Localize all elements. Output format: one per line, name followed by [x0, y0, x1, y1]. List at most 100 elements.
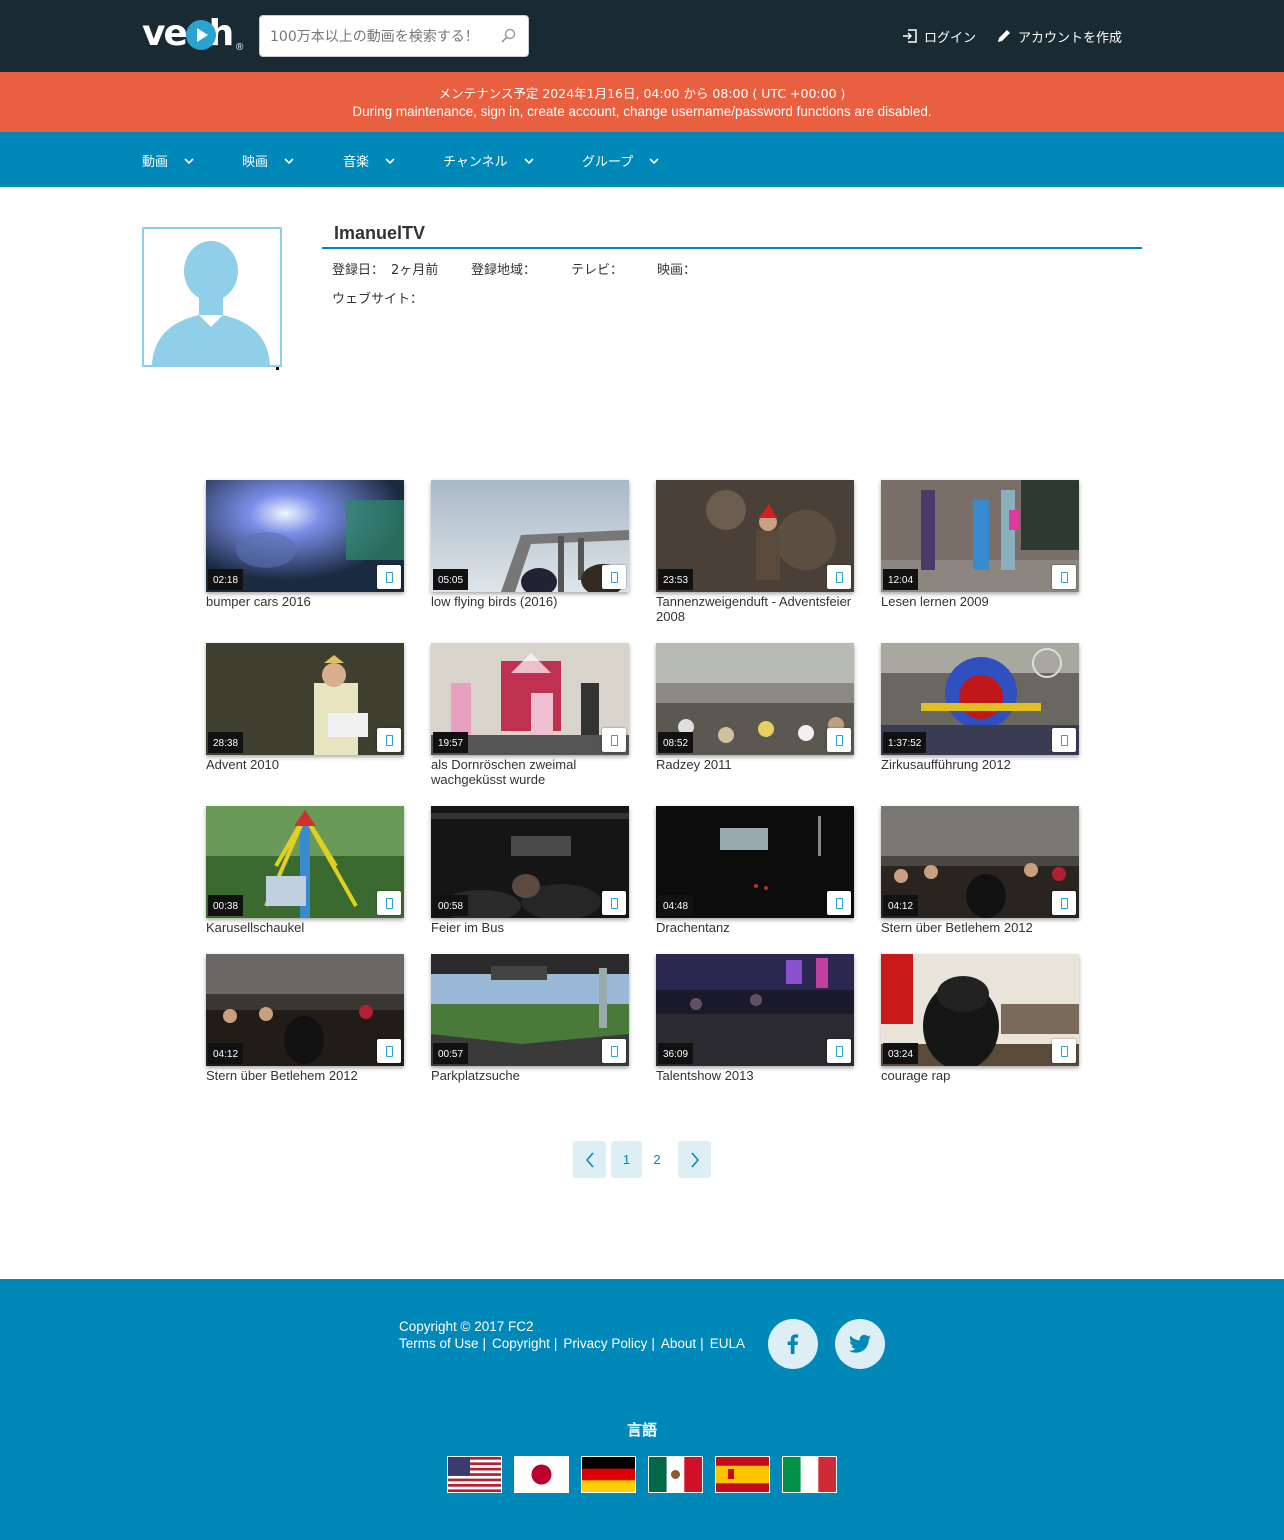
video-title[interactable]: Lesen lernen 2009: [881, 594, 1079, 609]
add-to-list-button[interactable]: [1052, 565, 1076, 589]
video-title[interactable]: Advent 2010: [206, 757, 404, 772]
about-link[interactable]: About: [661, 1336, 696, 1351]
footer: Copyright © 2017 FC2 Terms of Use | Copyr…: [0, 1279, 1284, 1540]
add-to-list-button[interactable]: [602, 891, 626, 915]
video-thumbnail[interactable]: 02:18: [206, 480, 404, 592]
add-to-list-button[interactable]: [827, 1039, 851, 1063]
add-to-list-button[interactable]: [1052, 1039, 1076, 1063]
video-title[interactable]: Radzey 2011: [656, 757, 854, 772]
add-to-list-button[interactable]: [602, 728, 626, 752]
video-thumbnail[interactable]: 08:52: [656, 643, 854, 755]
video-duration: 04:48: [658, 895, 694, 916]
separator: |: [651, 1336, 655, 1351]
nav-item-videos[interactable]: 動画: [142, 151, 194, 170]
video-thumbnail[interactable]: 36:09: [656, 954, 854, 1066]
video-thumbnail[interactable]: 19:57: [431, 643, 629, 755]
video-thumbnail[interactable]: 03:24: [881, 954, 1079, 1066]
video-title[interactable]: als Dornröschen zweimal wachgeküsst wurd…: [431, 757, 629, 787]
twitter-button[interactable]: [835, 1319, 885, 1369]
video-duration: 19:57: [433, 732, 469, 753]
page-2-button[interactable]: 2: [646, 1141, 668, 1178]
search-box: [259, 15, 529, 57]
add-to-list-button[interactable]: [377, 1039, 401, 1063]
add-to-list-button[interactable]: [377, 728, 401, 752]
add-to-list-button[interactable]: [377, 891, 401, 915]
video-thumbnail[interactable]: 1:37:52: [881, 643, 1079, 755]
logo-play-icon: [186, 20, 216, 50]
nav-item-groups[interactable]: グループ: [582, 151, 659, 170]
video-thumbnail[interactable]: 04:48: [656, 806, 854, 918]
create-account-link[interactable]: アカウントを作成: [996, 25, 1122, 47]
website-label: ウェブサイト：: [332, 292, 424, 307]
add-to-list-button[interactable]: [827, 891, 851, 915]
search-input[interactable]: [270, 26, 490, 48]
nav-item-music[interactable]: 音楽: [343, 151, 395, 170]
nav-item-label: 映画: [242, 155, 269, 170]
video-title[interactable]: courage rap: [881, 1068, 1079, 1083]
video-title[interactable]: Feier im Bus: [431, 920, 629, 935]
video-duration: 00:57: [433, 1043, 469, 1064]
twitter-icon: [849, 1334, 871, 1353]
video-thumbnail[interactable]: 12:04: [881, 480, 1079, 592]
video-card: 28:38 Advent 2010: [206, 643, 404, 772]
italy-flag-icon[interactable]: [782, 1456, 837, 1493]
default-user-icon: [152, 241, 270, 365]
video-card: 19:57 als Dornröschen zweimal wachgeküss…: [431, 643, 629, 787]
maintenance-banner: メンテナンス予定 2024年1月16日, 04:00 から 08:00 ( UT…: [0, 72, 1284, 132]
privacy-link[interactable]: Privacy Policy: [563, 1336, 647, 1351]
create-account-label: アカウントを作成: [1017, 30, 1122, 46]
nav-item-movies[interactable]: 映画: [242, 151, 294, 170]
video-title[interactable]: bumper cars 2016: [206, 594, 404, 609]
video-title[interactable]: low flying birds (2016): [431, 594, 629, 609]
video-title[interactable]: Zirkusaufführung 2012: [881, 757, 1079, 772]
video-card: 04:12 Stern über Betlehem 2012: [881, 806, 1079, 935]
video-title[interactable]: Talentshow 2013: [656, 1068, 854, 1083]
resize-handle: [276, 367, 279, 370]
video-title[interactable]: Tannenzweigenduft - Adventsfeier 2008: [656, 594, 854, 624]
germany-flag-icon[interactable]: [581, 1456, 636, 1493]
video-card: 23:53 Tannenzweigenduft - Adventsfeier 2…: [656, 480, 854, 624]
eula-link[interactable]: EULA: [710, 1336, 745, 1351]
video-thumbnail[interactable]: 05:05: [431, 480, 629, 592]
video-card: 05:05 low flying birds (2016): [431, 480, 629, 609]
nav-item-label: グループ: [582, 155, 634, 170]
add-to-list-button[interactable]: [827, 728, 851, 752]
add-to-list-button[interactable]: [1052, 891, 1076, 915]
prev-page-button[interactable]: [573, 1141, 606, 1178]
add-to-list-button[interactable]: [827, 565, 851, 589]
terms-link[interactable]: Terms of Use: [399, 1336, 479, 1351]
video-thumbnail[interactable]: 00:58: [431, 806, 629, 918]
add-to-list-button[interactable]: [377, 565, 401, 589]
veoh-logo[interactable]: veoh ®: [142, 14, 246, 56]
next-page-button[interactable]: [678, 1141, 711, 1178]
video-thumbnail[interactable]: 00:57: [431, 954, 629, 1066]
video-title[interactable]: Parkplatzsuche: [431, 1068, 629, 1083]
region-label: 登録地域：: [471, 263, 537, 278]
copyright-link[interactable]: Copyright: [492, 1336, 550, 1351]
video-thumbnail[interactable]: 04:12: [881, 806, 1079, 918]
video-title[interactable]: Drachentanz: [656, 920, 854, 935]
mexico-flag-icon[interactable]: [648, 1456, 703, 1493]
video-thumbnail[interactable]: 04:12: [206, 954, 404, 1066]
video-thumbnail[interactable]: 23:53: [656, 480, 854, 592]
video-title[interactable]: Stern über Betlehem 2012: [881, 920, 1079, 935]
japan-flag-icon[interactable]: [514, 1456, 569, 1493]
search-icon[interactable]: [500, 28, 516, 44]
nav-item-channels[interactable]: チャンネル: [443, 151, 534, 170]
add-to-list-button[interactable]: [602, 1039, 626, 1063]
page-1-button[interactable]: 1: [611, 1141, 642, 1178]
video-thumbnail[interactable]: 28:38: [206, 643, 404, 755]
video-thumbnail[interactable]: 00:38: [206, 806, 404, 918]
login-link[interactable]: ログイン: [902, 25, 976, 47]
video-duration: 04:12: [208, 1043, 244, 1064]
language-title: 言語: [626, 1421, 657, 1439]
video-title[interactable]: Karusellschaukel: [206, 920, 404, 935]
video-title[interactable]: Stern über Betlehem 2012: [206, 1068, 404, 1083]
video-duration: 02:18: [208, 569, 244, 590]
add-to-list-button[interactable]: [602, 565, 626, 589]
us-flag-icon[interactable]: [447, 1456, 502, 1493]
video-duration: 04:12: [883, 895, 919, 916]
facebook-button[interactable]: [768, 1319, 818, 1369]
add-to-list-button[interactable]: [1052, 728, 1076, 752]
spain-flag-icon[interactable]: [715, 1456, 770, 1493]
